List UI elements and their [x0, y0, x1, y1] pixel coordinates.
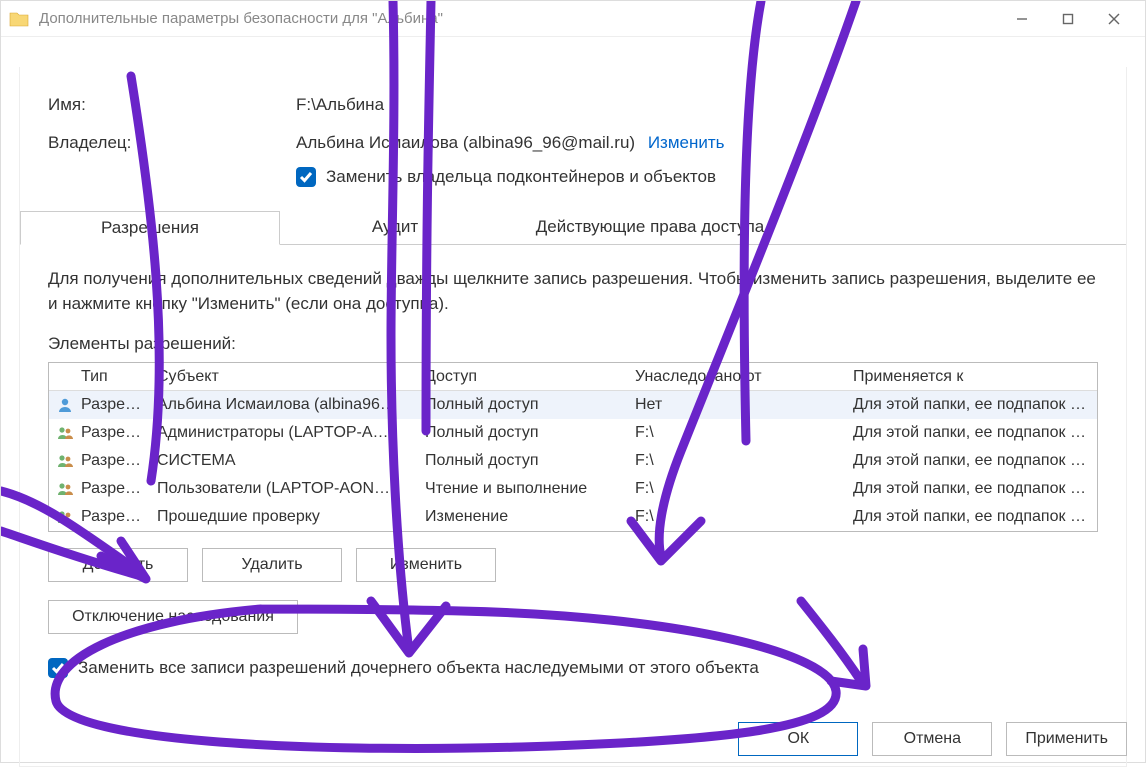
name-label: Имя:	[48, 95, 296, 115]
disable-inheritance-button[interactable]: Отключение наследования	[48, 600, 298, 634]
maximize-button[interactable]	[1045, 4, 1091, 34]
replace-child-permissions-checkbox-row[interactable]: Заменить все записи разрешений дочернего…	[48, 658, 1098, 678]
table-row[interactable]: Разре… Администраторы (LAPTOP-A… Полный …	[49, 419, 1097, 447]
permission-entries-label: Элементы разрешений:	[48, 334, 1098, 354]
group-icon	[56, 452, 74, 470]
user-icon	[56, 396, 74, 414]
permissions-instructions: Для получения дополнительных сведений дв…	[48, 267, 1098, 316]
ok-button[interactable]: ОК	[738, 722, 858, 756]
dialog-buttons: ОК Отмена Применить	[738, 722, 1127, 756]
remove-button[interactable]: Удалить	[202, 548, 342, 582]
permissions-table: Тип Субъект Доступ Унаследовано от Приме…	[48, 362, 1098, 532]
window-title: Дополнительные параметры безопасности дл…	[39, 10, 999, 27]
checkbox-checked-icon[interactable]	[296, 167, 316, 187]
checkbox-checked-icon[interactable]	[48, 658, 68, 678]
table-row[interactable]: Разре… Альбина Исмаилова (albina96… Полн…	[49, 391, 1097, 419]
name-value: F:\Альбина	[296, 95, 1098, 115]
owner-value: Альбина Исмаилова (albina96_96@mail.ru)	[296, 133, 635, 152]
edit-button[interactable]: Изменить	[356, 548, 496, 582]
group-icon	[56, 480, 74, 498]
titlebar: Дополнительные параметры безопасности дл…	[1, 1, 1145, 37]
tab-effective-access[interactable]: Действующие права доступа	[510, 211, 790, 244]
table-row[interactable]: Разре… СИСТЕМА Полный доступ F:\ Для это…	[49, 447, 1097, 475]
table-header: Тип Субъект Доступ Унаследовано от Приме…	[49, 363, 1097, 391]
replace-owner-checkbox-label: Заменить владельца подконтейнеров и объе…	[326, 167, 716, 187]
apply-button[interactable]: Применить	[1006, 722, 1127, 756]
tabs: Разрешения Аудит Действующие права досту…	[20, 211, 1126, 245]
change-owner-link[interactable]: Изменить	[648, 133, 725, 152]
group-icon	[56, 424, 74, 442]
group-icon	[56, 508, 74, 526]
table-row[interactable]: Разре… Пользователи (LAPTOP-AON… Чтение …	[49, 475, 1097, 503]
folder-icon	[9, 10, 29, 28]
col-inherited[interactable]: Унаследовано от	[635, 368, 853, 386]
col-applies[interactable]: Применяется к	[853, 368, 1097, 386]
tab-audit[interactable]: Аудит	[280, 211, 510, 244]
advanced-security-window: Дополнительные параметры безопасности дл…	[0, 0, 1146, 763]
replace-child-permissions-label: Заменить все записи разрешений дочернего…	[78, 658, 759, 678]
content-area: Имя: F:\Альбина Владелец: Альбина Исмаил…	[1, 37, 1145, 777]
owner-label: Владелец:	[48, 133, 296, 153]
close-button[interactable]	[1091, 4, 1137, 34]
name-row: Имя: F:\Альбина	[48, 95, 1098, 115]
col-subject[interactable]: Субъект	[157, 368, 425, 386]
tab-permissions[interactable]: Разрешения	[20, 211, 280, 245]
add-button[interactable]: Добавить	[48, 548, 188, 582]
table-row[interactable]: Разре… Прошедшие проверку Изменение F:\ …	[49, 503, 1097, 531]
minimize-button[interactable]	[999, 4, 1045, 34]
col-type[interactable]: Тип	[81, 368, 157, 386]
owner-row: Владелец: Альбина Исмаилова (albina96_96…	[48, 133, 1098, 187]
replace-owner-checkbox-row[interactable]: Заменить владельца подконтейнеров и объе…	[296, 167, 1098, 187]
cancel-button[interactable]: Отмена	[872, 722, 992, 756]
col-access[interactable]: Доступ	[425, 368, 635, 386]
window-controls	[999, 4, 1137, 34]
